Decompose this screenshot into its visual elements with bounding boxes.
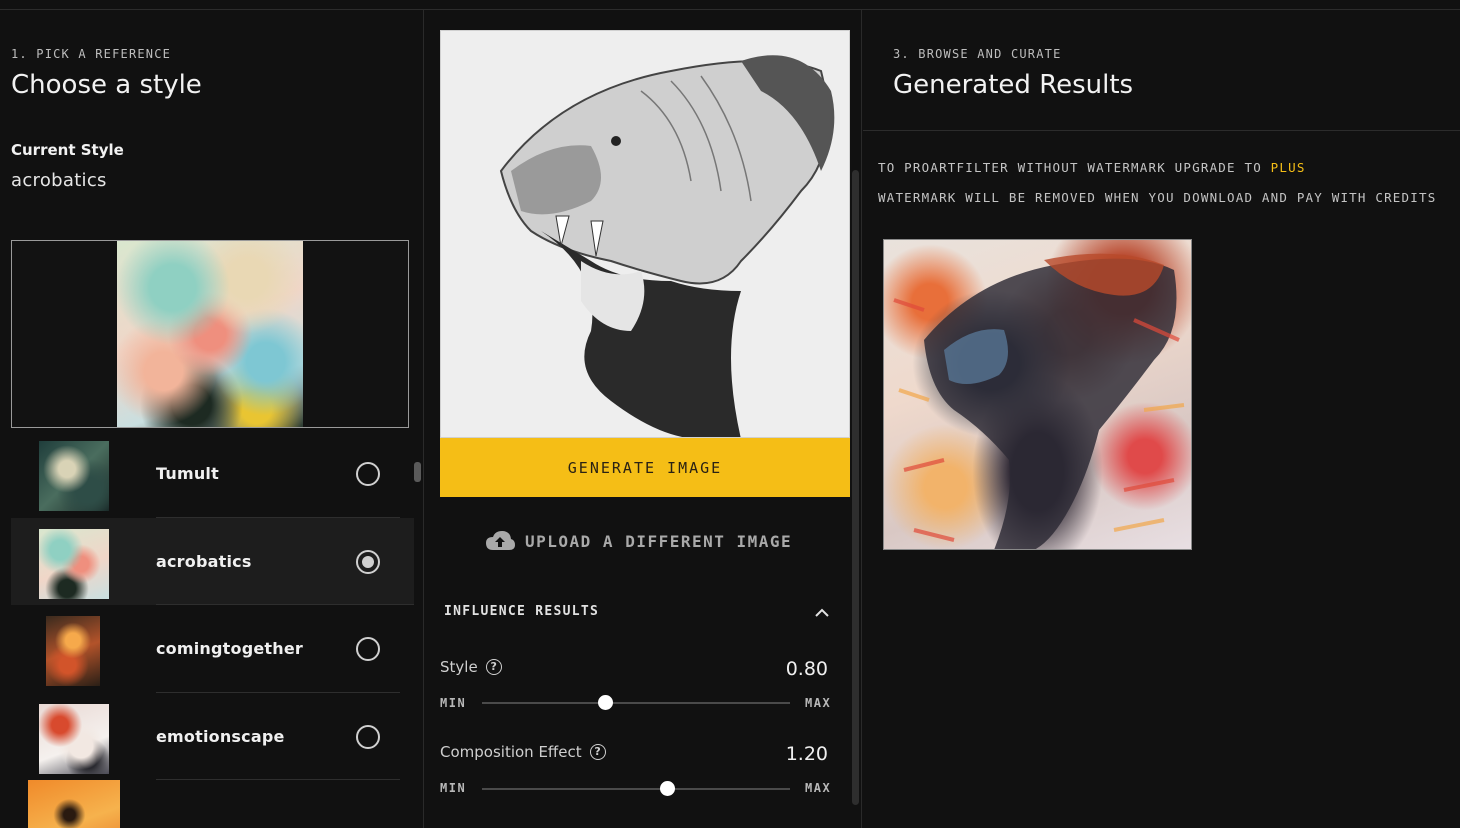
slider-min-label: MIN [440, 696, 467, 710]
help-icon[interactable]: ? [485, 659, 502, 675]
results-panel: 3. BROWSE AND CURATE Generated Results T… [863, 10, 1460, 828]
radio-button[interactable] [356, 462, 380, 486]
upgrade-notice: TO PROARTFILTER WITHOUT WATERMARK UPGRAD… [878, 160, 1306, 175]
radio-button[interactable] [356, 637, 380, 661]
style-thumbnail [28, 780, 120, 828]
influence-results-heading: INFLUENCE RESULTS [444, 604, 600, 619]
composition-slider-handle[interactable] [659, 781, 675, 796]
style-item-comingtogether[interactable]: comingtogether [11, 605, 414, 693]
step-label: 1. PICK A REFERENCE [11, 47, 172, 61]
chevron-up-icon[interactable] [813, 604, 831, 622]
scrollbar-thumb[interactable] [414, 462, 421, 482]
slider-label-text: Style [440, 658, 478, 676]
style-item-acrobatics[interactable]: acrobatics [11, 517, 414, 605]
style-thumbnail [39, 703, 109, 774]
current-style-value: acrobatics [11, 170, 107, 191]
slider-max-label: MAX [805, 696, 832, 710]
style-slider-value: 0.80 [785, 658, 828, 680]
upload-different-image-link[interactable]: UPLOAD A DIFFERENT IMAGE [485, 526, 792, 556]
style-list: Tumult acrobatics comingtogether emotion… [11, 430, 414, 828]
style-name: acrobatics [156, 551, 252, 571]
upgrade-notice-text: TO PROARTFILTER WITHOUT WATERMARK UPGRAD… [878, 160, 1262, 175]
style-item-tumult[interactable]: Tumult [11, 430, 414, 518]
style-preview [11, 240, 409, 428]
style-item-falltree[interactable]: falltree [11, 780, 414, 828]
style-thumbnail [46, 616, 100, 686]
current-style-label: Current Style [11, 141, 124, 159]
style-slider-track[interactable] [482, 695, 790, 710]
panel-title: Generated Results [893, 70, 1134, 100]
radio-button-selected[interactable] [356, 549, 380, 574]
style-slider-handle[interactable] [598, 695, 614, 710]
style-picker-panel: 1. PICK A REFERENCE Choose a style Curre… [0, 10, 424, 828]
lion-sketch-image [441, 31, 849, 437]
slider-min-label: MIN [440, 781, 467, 795]
slider-max-label: MAX [805, 781, 832, 795]
source-image [440, 30, 850, 438]
slider-label-text: Composition Effect [440, 743, 582, 761]
generated-result-image[interactable] [883, 239, 1192, 550]
composition-slider-track[interactable] [482, 781, 790, 796]
upload-label: UPLOAD A DIFFERENT IMAGE [525, 531, 793, 551]
style-thumbnail [39, 528, 109, 599]
watermark-notice: WATERMARK WILL BE REMOVED WHEN YOU DOWNL… [878, 190, 1437, 205]
style-thumbnail [39, 441, 109, 511]
cloud-upload-icon [486, 531, 515, 550]
scrollbar-track[interactable] [852, 170, 859, 805]
style-name: comingtogether [156, 639, 304, 658]
step-label: 3. BROWSE AND CURATE [893, 47, 1062, 61]
generate-image-button[interactable]: GENERATE IMAGE [440, 438, 850, 497]
style-preview-image [117, 241, 303, 427]
style-slider-label: Style ? [440, 658, 502, 676]
panel-title: Choose a style [11, 70, 202, 100]
composition-slider-value: 1.20 [785, 743, 828, 765]
stylized-lion-image [893, 253, 1185, 549]
source-panel: GENERATE IMAGE UPLOAD A DIFFERENT IMAGE … [425, 10, 862, 828]
radio-button[interactable] [356, 724, 380, 749]
help-icon[interactable]: ? [589, 744, 606, 760]
style-item-emotionscape[interactable]: emotionscape [11, 693, 414, 780]
plus-upgrade-link[interactable]: PLUS [1271, 160, 1306, 175]
style-name: emotionscape [156, 726, 285, 746]
style-name: Tumult [156, 464, 219, 483]
composition-slider-label: Composition Effect ? [440, 743, 606, 761]
divider [863, 130, 1460, 131]
